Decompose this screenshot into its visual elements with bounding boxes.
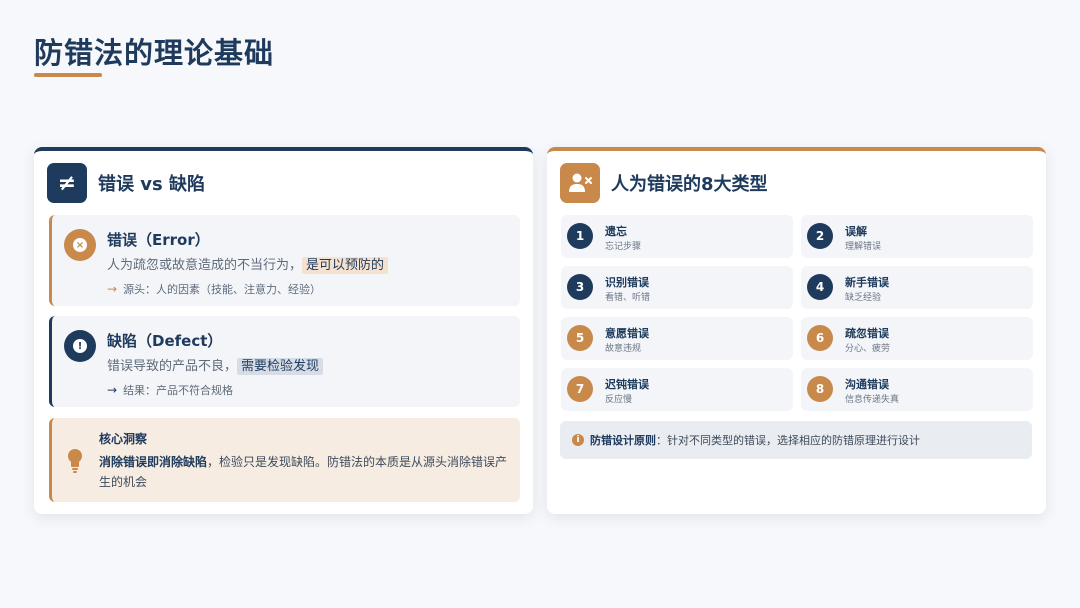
info-icon: i: [572, 434, 584, 446]
error-desc-highlight: 是可以预防的: [302, 257, 389, 274]
defect-desc: 错误导致的产品不良， 需要检验发现: [107, 355, 324, 375]
insight-text-bold: 消除错误即消除缺陷: [99, 455, 208, 469]
type-desc: 信息传递失真: [845, 395, 900, 405]
type-name: 新手错误: [845, 276, 889, 289]
type-name: 沟通错误: [845, 378, 889, 391]
insight-text: 消除错误即消除缺陷，检验只是发现缺陷。防错法的本质是从源头消除错误产生的机会: [99, 452, 519, 492]
defect-desc-highlight: 需要检验发现: [237, 358, 324, 375]
type-number-badge: 7: [567, 376, 593, 402]
card-title: 错误 vs 缺陷: [98, 174, 205, 195]
type-name: 疏忽错误: [845, 327, 889, 340]
error-type-item: 7 迟钝错误反应慢: [561, 368, 793, 411]
type-desc: 理解错误: [845, 242, 882, 252]
card-title: 人为错误的8大类型: [611, 174, 768, 195]
error-type-item: 2 误解理解错误: [801, 215, 1033, 258]
error-type-item: 3 识别错误看错、听错: [561, 266, 793, 309]
type-number-badge: 3: [567, 274, 593, 300]
type-desc: 反应慢: [605, 395, 633, 405]
error-type-item: 4 新手错误缺乏经验: [801, 266, 1033, 309]
card-header: ≠ 错误 vs 缺陷: [47, 163, 205, 203]
type-name: 意愿错误: [605, 327, 649, 340]
lightbulb-icon: [68, 449, 82, 473]
error-note-text: 源头：人的因素（技能、注意力、经验）: [123, 283, 322, 296]
error-note: → 源头：人的因素（技能、注意力、经验）: [107, 281, 321, 297]
not-equal-icon: ≠: [47, 163, 87, 203]
exclamation-circle-icon: !: [64, 330, 96, 362]
error-types-card: 人为错误的8大类型 1 遗忘忘记步骤 2 误解理解错误 3 识别错误看错、听错 4 新手错误缺…: [547, 147, 1046, 514]
type-name: 识别错误: [605, 276, 649, 289]
type-name: 遗忘: [605, 225, 627, 238]
type-number-badge: 6: [807, 325, 833, 351]
defect-title: 缺陷（Defect）: [107, 332, 223, 350]
error-desc: 人为疏忽或故意造成的不当行为， 是可以预防的: [107, 254, 389, 274]
principle-text: ：针对不同类型的错误，选择相应的防错原理进行设计: [656, 434, 920, 447]
error-type-item: 1 遗忘忘记步骤: [561, 215, 793, 258]
insight-title: 核心洞察: [99, 432, 148, 446]
defect-note: → 结果：产品不符合规格: [107, 382, 233, 398]
page-title: 防错法的理论基础: [34, 36, 275, 70]
principle-banner: i 防错设计原则 ：针对不同类型的错误，选择相应的防错原理进行设计: [560, 421, 1032, 459]
type-number-badge: 1: [567, 223, 593, 249]
user-x-icon: [560, 163, 600, 203]
type-name: 迟钝错误: [605, 378, 649, 391]
error-vs-defect-card: ≠ 错误 vs 缺陷 × 错误（Error） 人为疏忽或故意造成的不当行为， 是可…: [34, 147, 533, 514]
type-name: 误解: [845, 225, 867, 238]
error-title: 错误（Error）: [107, 231, 210, 249]
insight-block: 核心洞察 消除错误即消除缺陷，检验只是发现缺陷。防错法的本质是从源头消除错误产生…: [49, 418, 520, 502]
arrow-right-icon: →: [107, 383, 118, 397]
type-number-badge: 8: [807, 376, 833, 402]
error-type-item: 6 疏忽错误分心、疲劳: [801, 317, 1033, 360]
defect-note-text: 结果：产品不符合规格: [123, 384, 234, 397]
x-circle-icon: ×: [64, 229, 96, 261]
error-type-item: 5 意愿错误故意违规: [561, 317, 793, 360]
type-desc: 缺乏经验: [845, 293, 882, 303]
title-underline: [34, 73, 102, 77]
type-desc: 分心、疲劳: [845, 344, 891, 354]
type-desc: 看错、听错: [605, 293, 651, 303]
card-header: 人为错误的8大类型: [560, 163, 768, 203]
type-number-badge: 2: [807, 223, 833, 249]
type-desc: 忘记步骤: [605, 242, 642, 252]
principle-label: 防错设计原则: [590, 434, 656, 447]
arrow-right-icon: →: [107, 282, 118, 296]
defect-desc-main: 错误导致的产品不良，: [107, 359, 238, 374]
type-number-badge: 4: [807, 274, 833, 300]
type-desc: 故意违规: [605, 344, 642, 354]
type-number-badge: 5: [567, 325, 593, 351]
error-type-item: 8 沟通错误信息传递失真: [801, 368, 1033, 411]
error-desc-main: 人为疏忽或故意造成的不当行为，: [107, 258, 303, 273]
defect-block: ! 缺陷（Defect） 错误导致的产品不良， 需要检验发现 → 结果：产品不符合规…: [49, 316, 520, 407]
error-block: × 错误（Error） 人为疏忽或故意造成的不当行为， 是可以预防的 → 源头：人的…: [49, 215, 520, 306]
